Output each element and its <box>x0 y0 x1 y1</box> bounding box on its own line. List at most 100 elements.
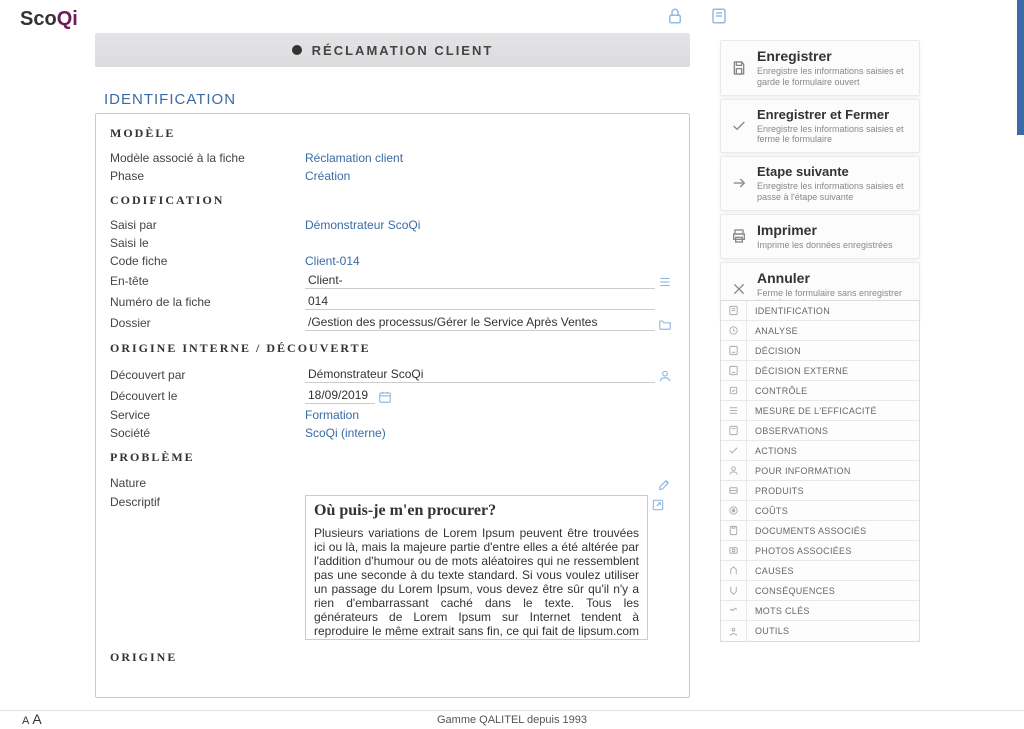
nav-item-observations[interactable]: OBSERVATIONS <box>721 421 919 441</box>
save-icon <box>729 59 749 77</box>
nav-icon <box>721 481 747 500</box>
nav-label: ANALYSE <box>747 326 798 336</box>
nav-icon <box>721 461 747 480</box>
nav-icon <box>721 321 747 340</box>
descriptif-textarea[interactable]: Où puis-je m'en procurer? Plusieurs vari… <box>305 495 648 640</box>
label-numero: Numéro de la fiche <box>110 295 305 309</box>
label-code-fiche: Code fiche <box>110 254 305 268</box>
nav-label: DÉCISION <box>747 346 801 356</box>
svg-text:€: € <box>732 508 735 513</box>
nav-item-causes[interactable]: CAUSES <box>721 561 919 581</box>
nav-icon <box>721 621 747 641</box>
label-decouvert-le: Découvert le <box>110 389 305 403</box>
label-entete: En-tête <box>110 274 305 288</box>
section-nav: IDENTIFICATION ANALYSE DÉCISION DÉCISION EX… <box>720 300 920 642</box>
label-modele-assoc: Modèle associé à la fiche <box>110 151 305 165</box>
numero-input[interactable] <box>305 293 655 310</box>
nav-icon <box>721 401 747 420</box>
nav-label: ACTIONS <box>747 446 797 456</box>
decouvert-par-input[interactable] <box>305 366 655 383</box>
value-code-fiche[interactable]: Client-014 <box>305 254 675 268</box>
action-etape-suivante[interactable]: Etape suivante Enregistre les informatio… <box>720 156 920 211</box>
nav-item-pour-information[interactable]: POUR INFORMATION <box>721 461 919 481</box>
entete-input[interactable] <box>305 272 655 289</box>
close-icon <box>729 280 749 298</box>
section-title-identification: IDENTIFICATION <box>104 91 236 108</box>
nav-label: MESURE DE L'EFFICACITÉ <box>747 406 877 416</box>
check-icon <box>729 117 749 135</box>
nav-label: COÛTS <box>747 506 788 516</box>
action-imprimer[interactable]: Imprimer Imprime les données enregistrée… <box>720 214 920 259</box>
nav-item-analyse[interactable]: ANALYSE <box>721 321 919 341</box>
value-modele-assoc[interactable]: Réclamation client <box>305 151 675 165</box>
lock-icon[interactable] <box>666 5 684 26</box>
nav-item-mesure-de-l-efficacit-[interactable]: MESURE DE L'EFFICACITÉ <box>721 401 919 421</box>
nav-icon <box>721 301 747 320</box>
nav-item-documents-associ-s[interactable]: DOCUMENTS ASSOCIÉS <box>721 521 919 541</box>
action-enregistrer[interactable]: Enregistrer Enregistre les informations … <box>720 40 920 96</box>
nav-item-d-cision-externe[interactable]: DÉCISION EXTERNE <box>721 361 919 381</box>
value-service[interactable]: Formation <box>305 408 675 422</box>
nav-item-actions[interactable]: ACTIONS <box>721 441 919 461</box>
nav-icon: € <box>721 501 747 520</box>
nav-label: CONSÉQUENCES <box>747 586 835 596</box>
action-enregistrer-fermer[interactable]: Enregistrer et Fermer Enregistre les inf… <box>720 99 920 154</box>
nav-icon <box>721 581 747 600</box>
decouvert-le-input[interactable] <box>305 387 375 404</box>
nav-icon <box>721 381 747 400</box>
expand-icon[interactable] <box>648 495 668 511</box>
dossier-input[interactable] <box>305 314 655 331</box>
scrollbar-indicator[interactable] <box>1017 0 1024 135</box>
nav-item-identification[interactable]: IDENTIFICATION <box>721 301 919 321</box>
page-header: RÉCLAMATION CLIENT <box>95 33 690 67</box>
panel-toggle-icon[interactable] <box>710 5 728 26</box>
label-phase: Phase <box>110 169 305 183</box>
nav-icon <box>721 521 747 540</box>
value-societe[interactable]: ScoQi (interne) <box>305 426 675 440</box>
nav-label: CAUSES <box>747 566 794 576</box>
print-icon <box>729 227 749 245</box>
nav-item-d-cision[interactable]: DÉCISION <box>721 341 919 361</box>
group-title-codification: CODIFICATION <box>110 193 675 208</box>
nav-item-contr-le[interactable]: CONTRÔLE <box>721 381 919 401</box>
nav-label: OUTILS <box>747 626 789 636</box>
entete-list-icon[interactable] <box>655 272 675 288</box>
actions-panel: Enregistrer Enregistre les informations … <box>720 40 920 320</box>
nav-label: POUR INFORMATION <box>747 466 851 476</box>
folder-icon[interactable] <box>655 314 675 330</box>
nav-icon <box>721 561 747 580</box>
edit-icon[interactable] <box>655 475 675 491</box>
nav-item-mots-cl-s[interactable]: MOTS CLÉS <box>721 601 919 621</box>
nav-label: MOTS CLÉS <box>747 606 810 616</box>
label-nature: Nature <box>110 476 305 490</box>
nav-icon <box>721 421 747 440</box>
form-card: MODÈLE Modèle associé à la ficheRéclamat… <box>95 113 690 698</box>
label-saisi-le: Saisi le <box>110 236 305 250</box>
nav-item-produits[interactable]: PRODUITS <box>721 481 919 501</box>
label-service: Service <box>110 408 305 422</box>
nav-icon <box>721 361 747 380</box>
nav-icon <box>721 601 747 620</box>
nav-item-photos-associ-es[interactable]: PHOTOS ASSOCIÉES <box>721 541 919 561</box>
font-size-buttons[interactable]: AA <box>22 711 42 727</box>
label-societe: Société <box>110 426 305 440</box>
calendar-icon[interactable] <box>375 387 395 403</box>
nav-item-outils[interactable]: OUTILS <box>721 621 919 641</box>
nav-label: PRODUITS <box>747 486 804 496</box>
label-saisi-par: Saisi par <box>110 218 305 232</box>
value-saisi-par[interactable]: Démonstrateur ScoQi <box>305 218 675 232</box>
label-descriptif: Descriptif <box>110 495 305 509</box>
nav-icon <box>721 341 747 360</box>
footer-text: Gamme QALITEL depuis 1993 <box>0 710 1024 729</box>
nav-icon <box>721 541 747 560</box>
nav-item-cons-quences[interactable]: CONSÉQUENCES <box>721 581 919 601</box>
value-phase[interactable]: Création <box>305 169 675 183</box>
nav-label: CONTRÔLE <box>747 386 807 396</box>
nav-label: DÉCISION EXTERNE <box>747 366 848 376</box>
nav-label: IDENTIFICATION <box>747 306 830 316</box>
nav-item-co-ts[interactable]: € COÛTS <box>721 501 919 521</box>
label-dossier: Dossier <box>110 316 305 330</box>
nav-icon <box>721 441 747 460</box>
user-icon[interactable] <box>655 366 675 382</box>
group-title-origine2: ORIGINE <box>110 650 675 665</box>
